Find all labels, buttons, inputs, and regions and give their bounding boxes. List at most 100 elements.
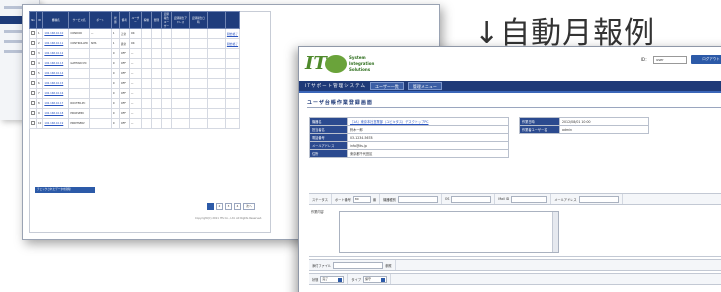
checkbox[interactable] [31, 31, 35, 35]
table-row: 9 192.168.10.18 PROXSERV 0 OFF — [29, 108, 241, 119]
report-user-cell [170, 98, 190, 109]
device-id-link[interactable]: 192.168.10.10 [42, 28, 70, 39]
start-stop-link[interactable] [224, 58, 241, 69]
row-checkbox[interactable] [29, 48, 37, 59]
page-4-button[interactable]: 4 [234, 203, 241, 210]
checkbox[interactable] [31, 51, 35, 55]
report-user-cell [170, 48, 190, 59]
tab-admin-menu[interactable]: 管理メニュー [407, 82, 442, 90]
row-checkbox[interactable] [29, 38, 37, 49]
os-input[interactable] [451, 195, 492, 203]
copyright-footer: Copyright(C) 2011 ITS Co., Ltd. All Righ… [195, 217, 263, 220]
start-stop-link[interactable] [224, 98, 241, 109]
row-checkbox[interactable] [29, 68, 37, 79]
checkbox[interactable] [31, 81, 35, 85]
bulk-delete-button[interactable]: チェックされたデータを削除 [35, 187, 95, 193]
report-date-cell [206, 78, 226, 89]
device-type-input[interactable] [397, 195, 438, 203]
row-checkbox[interactable] [29, 108, 37, 119]
device-id-link[interactable]: 192.168.10.11 [42, 38, 70, 49]
report-user-cell [170, 38, 190, 49]
next-page-button[interactable]: 次へ [243, 203, 255, 210]
service-cell [88, 78, 112, 89]
note-cell: — [128, 88, 142, 99]
logout-button[interactable]: ログアウト [691, 55, 721, 64]
logo-letters: IT [305, 53, 327, 74]
info-label: 住所 [309, 149, 348, 158]
port-cell: 0 [110, 48, 120, 59]
run-cell [150, 28, 162, 39]
start-stop-link[interactable] [224, 88, 241, 99]
device-id-link[interactable]: 192.168.10.19 [42, 118, 70, 129]
port-cell: 0 [110, 108, 120, 119]
page-3-button[interactable]: 3 [225, 203, 232, 210]
checkbox[interactable] [31, 111, 35, 115]
start-stop-link[interactable] [224, 108, 241, 119]
mail-id-input[interactable] [511, 195, 548, 203]
info-row: メールアドレス info@its.jp [309, 141, 509, 150]
start-stop-link[interactable] [224, 78, 241, 89]
device-type-cell: 機器種別 [380, 194, 442, 204]
device-id-link[interactable]: 192.168.10.17 [42, 98, 70, 109]
start-stop-link[interactable] [224, 118, 241, 129]
run-cell [150, 88, 162, 99]
report-date-cell [206, 88, 226, 99]
start-stop-link[interactable] [224, 48, 241, 59]
page-2-button[interactable]: 2 [216, 203, 223, 210]
checkbox[interactable] [31, 61, 35, 65]
device-name-link[interactable]: ［1A］東京本社営業部（ユビキタス）デスクトップPC [347, 117, 509, 126]
table-row: 4 192.168.10.13 GATEWAY-PC 0 OFF — [29, 58, 241, 69]
run-cell [150, 108, 162, 119]
note-cell: — [128, 48, 142, 59]
device-id-link[interactable]: 192.168.10.13 [42, 58, 70, 69]
work-notes-textarea[interactable] [339, 211, 559, 253]
checkbox[interactable] [31, 121, 35, 125]
service-cell [88, 98, 112, 109]
info-label: 作業日時 [519, 117, 560, 126]
checkbox[interactable] [31, 41, 35, 45]
run-cell [150, 98, 162, 109]
nav-bar: ITサポート管理システム ユーザー一覧 管理メニュー [299, 81, 721, 93]
column-header: サービス名 [68, 11, 90, 29]
screenshot-collage: No ID 機種名 サービス名 ポート 状態 備考 ユーザー 稼動 管理 定期報告ユーザー 定期報告ア… [0, 0, 721, 292]
port-cell: 0 [110, 88, 120, 99]
mail-address-input[interactable] [578, 195, 619, 203]
row-checkbox[interactable] [29, 78, 37, 89]
state-select[interactable]: 完了 [320, 275, 345, 283]
port-input[interactable]: 80 [352, 195, 371, 203]
attachment-input[interactable] [333, 261, 384, 269]
user-cell [140, 38, 152, 49]
type-select[interactable]: 保守 [362, 275, 387, 283]
admin-cell [160, 58, 172, 69]
user-area: ID： user ログアウト [641, 55, 721, 64]
start-stop-link[interactable]: 開始/終了 [224, 28, 241, 39]
table-row: 8 192.168.10.17 ROUTER-PC 0 OFF — [29, 98, 241, 109]
page-1-button[interactable] [207, 203, 214, 210]
user-cell [140, 78, 152, 89]
checkbox[interactable] [31, 101, 35, 105]
device-id-link[interactable]: 192.168.10.14 [42, 68, 70, 79]
row-checkbox[interactable] [29, 118, 37, 129]
device-id-link[interactable]: 192.168.10.18 [42, 108, 70, 119]
checkbox[interactable] [31, 71, 35, 75]
report-user-cell [170, 108, 190, 119]
start-stop-link[interactable] [224, 68, 241, 79]
device-id-link[interactable]: 192.168.10.15 [42, 78, 70, 89]
browse-button[interactable]: 参照 [385, 263, 391, 268]
row-checkbox[interactable] [29, 28, 37, 39]
report-address-cell [188, 88, 208, 99]
user-id-field: user [653, 55, 687, 64]
row-checkbox[interactable] [29, 88, 37, 99]
device-id-link[interactable]: 192.168.10.12 [42, 48, 70, 59]
device-info-grid: 機器名 ［1A］東京本社営業部（ユビキタス）デスクトップPC 担当者名 鈴木一郎 電話番… [309, 117, 509, 158]
row-checkbox[interactable] [29, 58, 37, 69]
note-cell: OK [128, 28, 142, 39]
device-id-link[interactable]: 192.168.10.16 [42, 88, 70, 99]
row-checkbox[interactable] [29, 98, 37, 109]
tab-user-list[interactable]: ユーザー一覧 [369, 82, 404, 90]
checkbox[interactable] [31, 91, 35, 95]
user-cell [140, 68, 152, 79]
run-cell [150, 78, 162, 89]
model-cell: GATEWAY-PC [68, 58, 90, 69]
start-stop-link[interactable]: 開始/終了 [224, 38, 241, 49]
